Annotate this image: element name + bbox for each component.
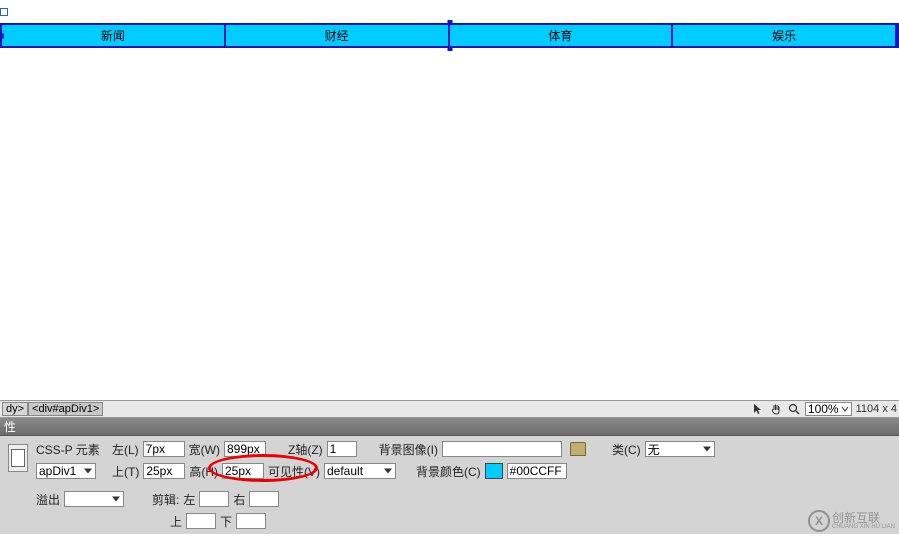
- bgcolor-swatch[interactable]: [485, 463, 503, 479]
- zaxis-label: Z轴(Z): [288, 441, 323, 458]
- clip-right-input[interactable]: [249, 491, 279, 507]
- clip-bottom-input[interactable]: [236, 513, 266, 529]
- design-canvas[interactable]: 新闻 财经 体育 娱乐: [0, 0, 899, 400]
- pointer-tool-icon[interactable]: [751, 402, 765, 416]
- nav-label: 财经: [325, 27, 349, 44]
- cssp-section-label: CSS-P 元素: [36, 441, 96, 458]
- zaxis-input[interactable]: 1: [327, 441, 357, 457]
- top-label: 上(T): [112, 463, 139, 480]
- resize-handle-bottom-icon[interactable]: [447, 46, 452, 51]
- clip-top-input[interactable]: [186, 513, 216, 529]
- clip-left-input[interactable]: [199, 491, 229, 507]
- apdiv1-element[interactable]: 新闻 财经 体育 娱乐: [0, 23, 899, 48]
- visibility-select[interactable]: default: [324, 463, 396, 479]
- hand-tool-icon[interactable]: [769, 402, 783, 416]
- clip-top-label: 上: [170, 513, 182, 530]
- bgimage-label: 背景图像(I): [379, 441, 438, 458]
- bgcolor-input[interactable]: #00CCFF: [507, 463, 567, 479]
- zoom-level-select[interactable]: 100%: [805, 402, 852, 416]
- element-id-select[interactable]: apDiv1: [36, 463, 96, 479]
- nav-item-sports[interactable]: 体育: [450, 25, 674, 46]
- zoom-tool-icon[interactable]: [787, 402, 801, 416]
- nav-label: 体育: [548, 27, 572, 44]
- height-input[interactable]: 25px: [222, 463, 264, 479]
- nav-label: 娱乐: [772, 27, 796, 44]
- selection-handle-icon[interactable]: [0, 8, 8, 16]
- width-label: 宽(W): [189, 441, 220, 458]
- resize-handle-top-icon[interactable]: [447, 20, 452, 25]
- overflow-select[interactable]: [64, 491, 124, 507]
- properties-panel-header[interactable]: 性: [0, 418, 899, 436]
- properties-panel: CSS-P 元素 左(L) 7px 宽(W) 899px Z轴(Z) 1 背景图…: [0, 436, 899, 534]
- nav-item-news[interactable]: 新闻: [2, 25, 226, 46]
- zoom-value: 100%: [808, 402, 839, 416]
- bgcolor-label: 背景颜色(C): [416, 463, 481, 480]
- class-label: 类(C): [612, 441, 641, 458]
- watermark-line2: CHUANG XIN HU LIAN: [832, 524, 895, 530]
- element-type-icon: [8, 444, 28, 472]
- overflow-label: 溢出: [36, 491, 60, 508]
- chevron-down-icon: [841, 405, 849, 413]
- watermark: X 创新互联 CHUANG XIN HU LIAN: [808, 510, 895, 532]
- height-label: 高(H): [189, 463, 218, 480]
- bgimage-input[interactable]: [442, 441, 562, 457]
- clip-bottom-label: 下: [220, 513, 232, 530]
- nav-label: 新闻: [101, 27, 125, 44]
- canvas-dimensions: 1104 x 4: [856, 403, 897, 415]
- tag-apdiv1[interactable]: <div#apDiv1>: [28, 402, 103, 416]
- panel-title: 性: [4, 418, 16, 435]
- watermark-line1: 创新互联: [832, 512, 895, 524]
- visibility-label: 可见性(V): [268, 463, 320, 480]
- nav-item-finance[interactable]: 财经: [226, 25, 450, 46]
- tag-selector-bar: dy> <div#apDiv1> 100% 1104 x 4: [0, 400, 899, 418]
- tag-body[interactable]: dy>: [2, 402, 28, 416]
- top-input[interactable]: 25px: [143, 463, 185, 479]
- clip-right-label: 右: [233, 491, 245, 508]
- resize-handle-left-icon[interactable]: [0, 33, 4, 38]
- nav-item-entertainment[interactable]: 娱乐: [673, 25, 897, 46]
- clip-label: 剪辑:: [152, 491, 179, 508]
- clip-left-label: 左: [183, 491, 195, 508]
- watermark-logo-icon: X: [808, 510, 830, 532]
- left-label: 左(L): [112, 441, 139, 458]
- class-select[interactable]: 无: [645, 441, 715, 457]
- browse-folder-icon[interactable]: [570, 442, 586, 456]
- left-input[interactable]: 7px: [143, 441, 185, 457]
- width-input[interactable]: 899px: [224, 441, 266, 457]
